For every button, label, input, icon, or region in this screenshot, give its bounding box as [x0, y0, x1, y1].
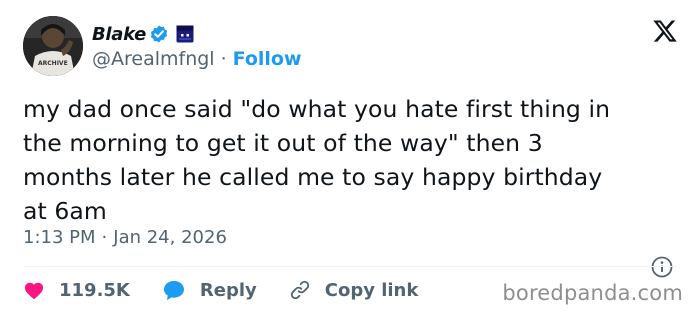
watermark: boredpanda.com [502, 281, 683, 305]
avatar[interactable]: ARCHIVE [23, 16, 83, 76]
x-logo-icon[interactable] [652, 18, 678, 44]
heart-icon [24, 282, 44, 300]
author-name-row: Blake [92, 21, 194, 47]
follow-button[interactable]: Follow [233, 48, 302, 70]
divider [23, 266, 677, 267]
like-count: 119.5K [59, 279, 130, 301]
author-display-name[interactable]: Blake [92, 24, 146, 45]
reply-button[interactable]: Reply [162, 279, 257, 301]
verified-badge-icon [149, 24, 169, 44]
square-emoji-icon [176, 25, 194, 43]
tweet-card: ARCHIVE Blake @Arealmfngl · Follow my da… [0, 0, 700, 318]
tweet-actions: 119.5K Reply Copy link [23, 277, 450, 303]
avatar-shirt-text: ARCHIVE [38, 60, 68, 67]
tweet-text-line: at 6am [23, 197, 107, 225]
reply-bubble-icon [163, 281, 184, 300]
tweet-timestamp[interactable]: 1:13 PM · Jan 24, 2026 [23, 227, 227, 248]
author-handle[interactable]: @Arealmfngl [92, 48, 215, 70]
copy-link-button[interactable]: Copy link [289, 279, 419, 301]
tweet-text-line: the morning to get it out of the way" th… [23, 129, 543, 157]
author-handle-row: @Arealmfngl · Follow [92, 48, 302, 70]
avatar-image: ARCHIVE [23, 16, 83, 76]
handle-separator: · [220, 48, 227, 70]
tweet-time: 1:13 PM [23, 227, 96, 248]
info-icon[interactable] [651, 256, 673, 278]
tweet-text-line: my dad once said "do what you hate first… [23, 95, 611, 123]
copy-link-label: Copy link [324, 279, 419, 301]
reply-label: Reply [199, 279, 257, 301]
tweet-text: my dad once said "do what you hate first… [23, 92, 673, 228]
tweet-date: Jan 24, 2026 [113, 227, 227, 248]
timestamp-separator: · [101, 227, 108, 248]
like-button[interactable]: 119.5K [23, 280, 130, 301]
tweet-text-line: months later he called me to say happy b… [23, 163, 603, 191]
link-icon [290, 280, 309, 300]
